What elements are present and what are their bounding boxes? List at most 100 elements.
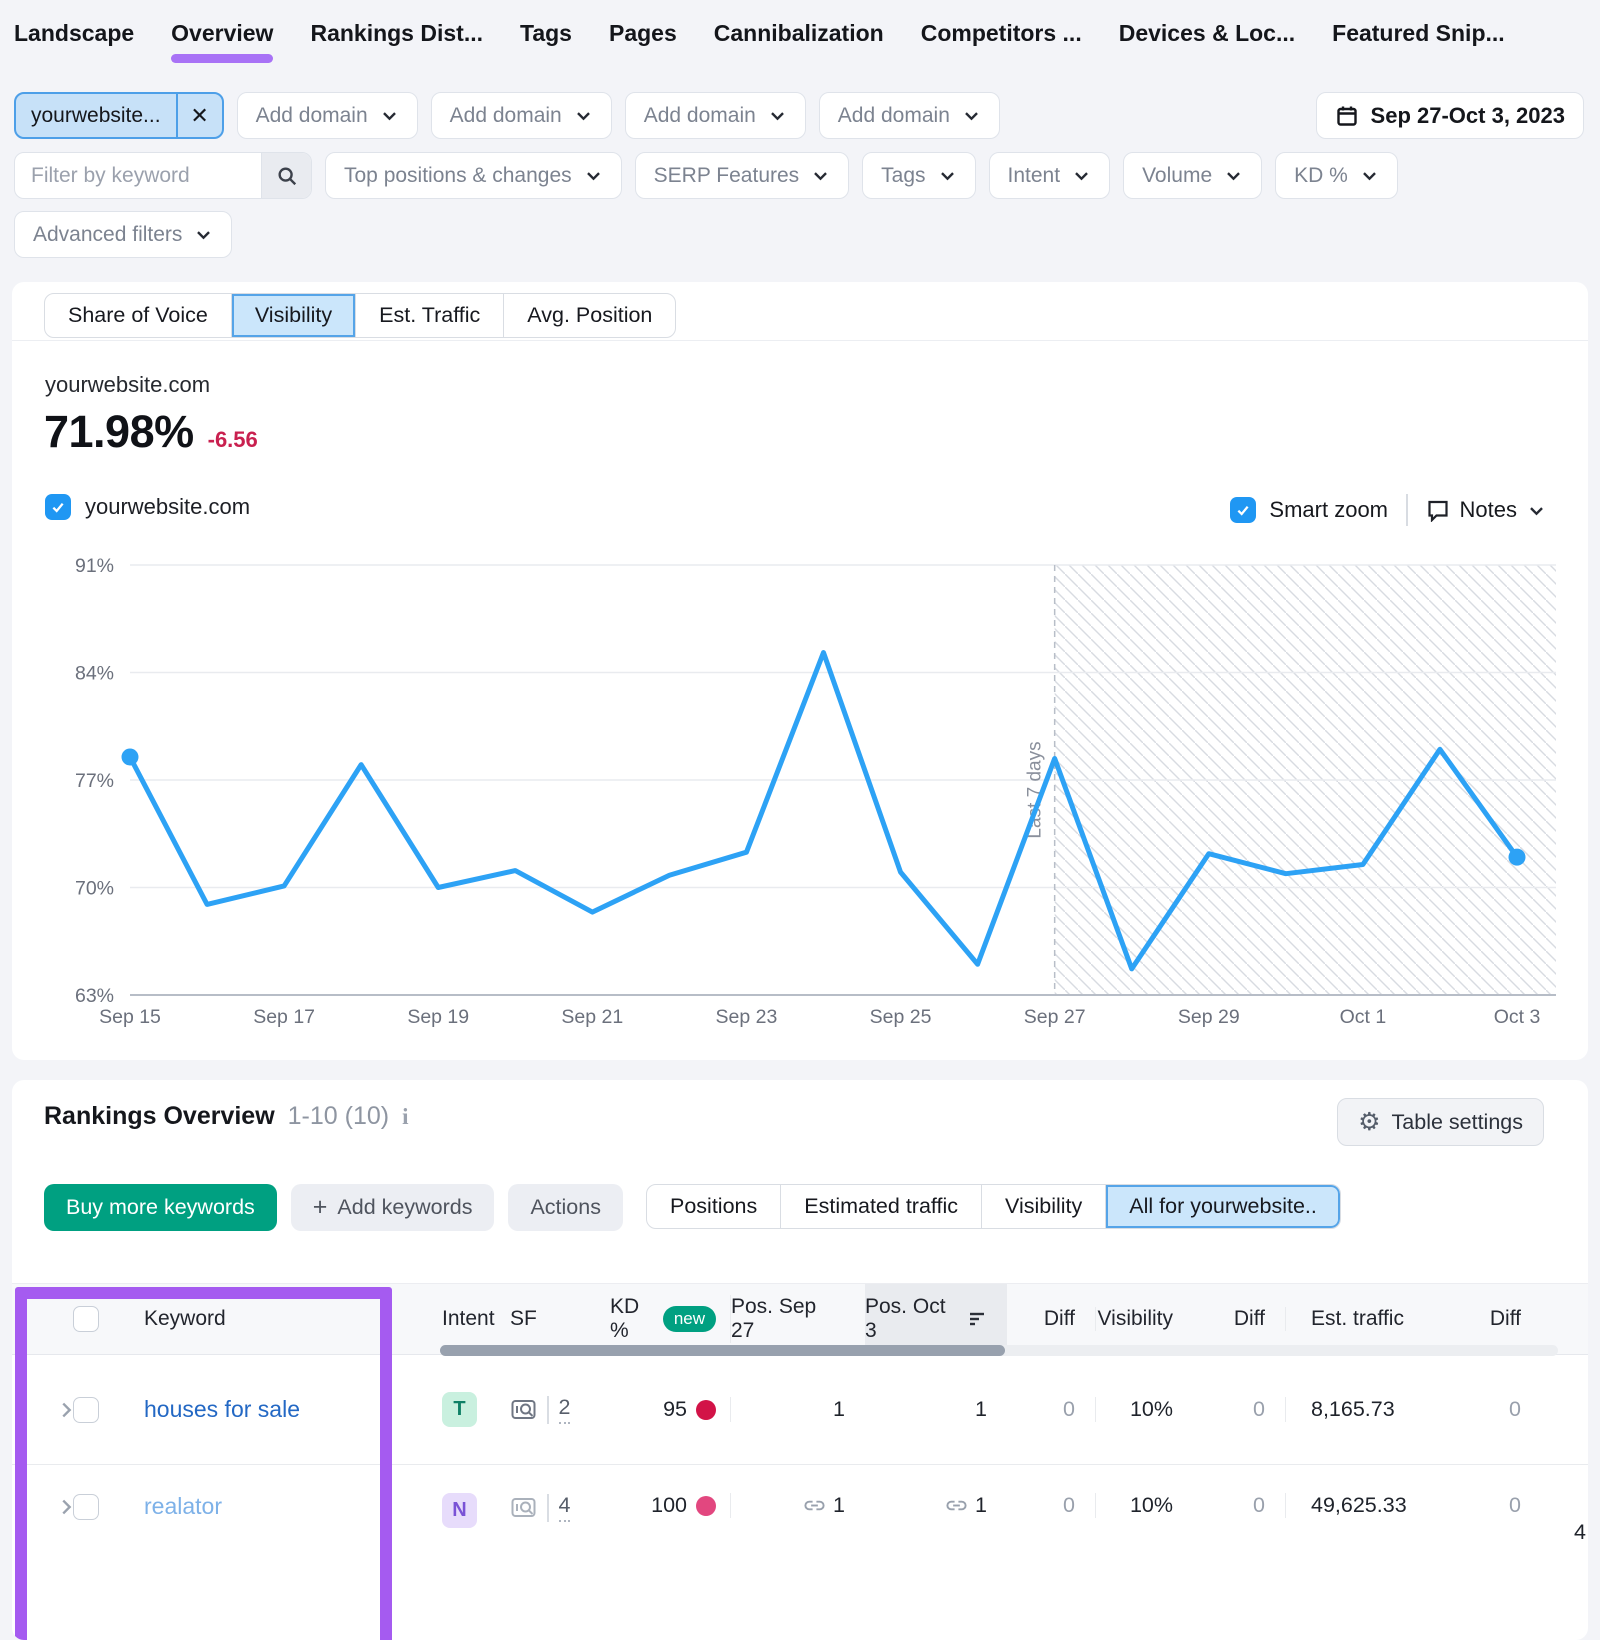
keyword-filter [14,152,312,199]
diff-pos-cell: 0 [1007,1397,1095,1422]
kd-filter-dropdown[interactable]: KD % [1275,152,1398,199]
header-est-traffic[interactable]: Est. traffic [1285,1307,1437,1331]
tags-filter-dropdown[interactable]: Tags [862,152,975,199]
nav-tab-overview[interactable]: Overview [171,20,273,47]
domain-legend-checkbox[interactable] [45,494,71,520]
nav-tab-label: Pages [609,20,677,46]
nav-tab-label: Rankings Dist... [310,20,483,46]
tab-label: Estimated traffic [804,1194,958,1218]
header-diff-visibility[interactable]: Diff [1193,1307,1285,1331]
view-tab-positions[interactable]: Positions [647,1185,780,1228]
add-domain-dropdown-4[interactable]: Add domain [819,92,1000,139]
buy-more-keywords-button[interactable]: Buy more keywords [44,1184,277,1231]
intent-filter-dropdown[interactable]: Intent [989,152,1111,199]
header-kd[interactable]: KD % new [602,1295,730,1343]
top-positions-filter-dropdown[interactable]: Top positions & changes [325,152,622,199]
svg-text:Oct 3: Oct 3 [1494,1006,1541,1028]
check-icon [1235,502,1251,518]
keyword-filter-input[interactable] [15,153,261,198]
nav-tab-tags[interactable]: Tags [520,20,572,47]
dropdown-label: KD % [1294,164,1348,188]
serp-features-filter-dropdown[interactable]: SERP Features [635,152,850,199]
add-keywords-button[interactable]: + Add keywords [291,1184,495,1231]
expand-row-icon[interactable] [55,1399,77,1421]
date-range-picker[interactable]: Sep 27-Oct 3, 2023 [1316,92,1584,139]
add-domain-dropdown-1[interactable]: Add domain [237,92,418,139]
horizontal-scrollbar[interactable] [440,1345,1558,1356]
calendar-icon [1335,104,1359,128]
keyword-link[interactable]: realator [144,1493,222,1520]
notes-dropdown[interactable]: Notes [1426,497,1546,523]
svg-text:Sep 17: Sep 17 [253,1006,315,1028]
view-tab-visibility[interactable]: Visibility [981,1185,1105,1228]
header-diff-pos[interactable]: Diff [1007,1307,1095,1331]
visibility-chart[interactable]: 91%84%77%70%63%Last 7 daysSep 15Sep 17Se… [12,535,1572,1030]
header-diff-traffic[interactable]: Diff [1437,1307,1547,1331]
search-icon [276,165,298,187]
svg-text:Sep 23: Sep 23 [716,1006,778,1028]
header-sf[interactable]: SF [484,1307,602,1331]
header-visibility[interactable]: Visibility [1095,1307,1193,1331]
header-pos-sep27[interactable]: Pos. Sep 27 [730,1295,865,1343]
plus-icon: + [313,1195,328,1220]
serp-feature-icon [510,1494,537,1521]
tab-label: Avg. Position [527,303,652,327]
chevron-down-icon [962,106,981,125]
sf-count[interactable]: 4 [559,1493,571,1522]
view-tab-all-for-domain[interactable]: All for yourwebsite.. [1105,1185,1340,1228]
info-icon[interactable]: i [402,1104,408,1130]
buy-more-keywords-label: Buy more keywords [66,1195,255,1220]
nav-tab-featured-snippets[interactable]: Featured Snip... [1332,20,1505,47]
actions-button[interactable]: Actions [508,1184,623,1231]
rankings-range-label: 1-10 (10) [288,1102,389,1131]
smart-zoom-label: Smart zoom [1269,497,1388,523]
header-intent[interactable]: Intent [392,1307,484,1331]
header-pos-oct3-sorted[interactable]: Pos. Oct 3 [865,1284,1007,1354]
smart-zoom-checkbox[interactable] [1230,497,1256,523]
kd-value: 100 [651,1493,687,1518]
chevron-down-icon [768,106,787,125]
tab-label: Est. Traffic [379,303,480,327]
horizontal-scrollbar-thumb[interactable] [440,1345,1005,1356]
select-all-checkbox[interactable] [73,1306,99,1332]
tab-visibility[interactable]: Visibility [231,294,355,337]
sf-count[interactable]: 2 [559,1395,571,1424]
check-icon [50,499,66,515]
chart-legend: yourwebsite.com [45,494,250,520]
diff-visibility-cell: 0 [1193,1397,1285,1422]
diff-value: 0 [1063,1493,1075,1518]
advanced-filters-dropdown[interactable]: Advanced filters [14,211,232,258]
tab-label: Share of Voice [68,303,208,327]
remove-domain-icon[interactable]: ✕ [176,94,222,137]
search-button[interactable] [261,153,311,198]
new-badge: new [663,1306,716,1332]
add-domain-dropdown-3[interactable]: Add domain [625,92,806,139]
view-tab-estimated-traffic[interactable]: Estimated traffic [780,1185,981,1228]
nav-tab-cannibalization[interactable]: Cannibalization [714,20,884,47]
intent-badge[interactable]: N [442,1493,477,1528]
header-keyword: Keyword [12,1306,392,1332]
nav-tab-rankings-distribution[interactable]: Rankings Dist... [310,20,483,47]
tab-est-traffic[interactable]: Est. Traffic [355,294,503,337]
position-value: 1 [975,1493,987,1518]
diff-traffic-cell: 0 [1437,1397,1547,1422]
expand-row-icon[interactable] [55,1496,77,1518]
svg-text:63%: 63% [75,985,114,1007]
tab-share-of-voice[interactable]: Share of Voice [45,294,231,337]
nav-tab-competitors[interactable]: Competitors ... [921,20,1082,47]
add-domain-dropdown-2[interactable]: Add domain [431,92,612,139]
nav-tab-pages[interactable]: Pages [609,20,677,47]
svg-text:77%: 77% [75,770,114,792]
smart-zoom-toggle[interactable]: Smart zoom [1230,497,1388,523]
svg-text:Sep 27: Sep 27 [1024,1006,1086,1028]
add-domain-label: Add domain [256,104,368,128]
tab-avg-position[interactable]: Avg. Position [503,294,675,337]
volume-filter-dropdown[interactable]: Volume [1123,152,1262,199]
table-settings-button[interactable]: ⚙ Table settings [1337,1098,1544,1146]
keyword-link[interactable]: houses for sale [144,1396,300,1423]
intent-badge[interactable]: T [442,1392,477,1427]
kd-level-dot [696,1400,716,1420]
nav-tab-devices-locations[interactable]: Devices & Loc... [1119,20,1295,47]
nav-tab-landscape[interactable]: Landscape [14,20,134,47]
selected-domain-chip[interactable]: yourwebsite... ✕ [14,92,224,139]
